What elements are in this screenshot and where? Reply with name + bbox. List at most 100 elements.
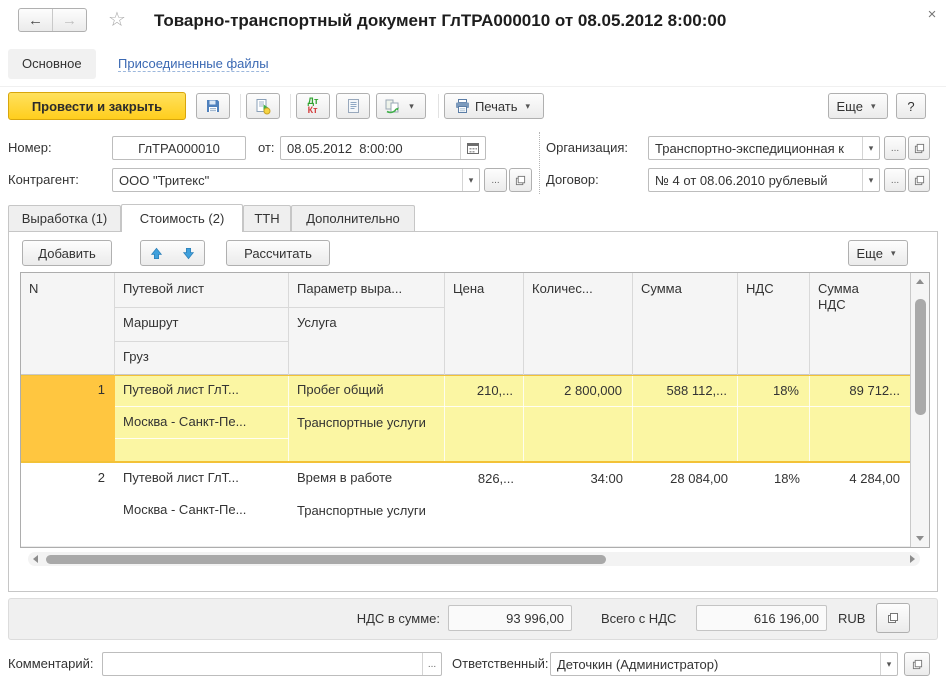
more-button[interactable]: Еще ▾ <box>828 93 888 119</box>
row-subline <box>115 438 289 439</box>
date-input[interactable]: 08.05.2012 8:00:00 <box>280 136 486 160</box>
column-header-cargo[interactable]: Груз <box>115 341 289 375</box>
tab-dopolnitelno[interactable]: Дополнительно <box>291 205 415 231</box>
header-subline <box>115 341 289 342</box>
quantity-cell[interactable]: 2 800,000 <box>524 376 633 461</box>
column-header-parameter[interactable]: Параметр выра... <box>289 273 445 307</box>
vertical-scrollbar[interactable] <box>910 273 929 547</box>
column-header-n[interactable]: N <box>21 273 115 375</box>
move-up-button[interactable] <box>140 240 173 266</box>
header-subline <box>289 307 445 308</box>
currency-open-button[interactable] <box>876 603 910 633</box>
waybill-cell[interactable]: Путевой лист ГлТ... Москва - Санкт-Пе... <box>115 463 289 547</box>
scroll-left-icon[interactable] <box>33 555 38 563</box>
table-more-button[interactable]: Еще ▾ <box>848 240 908 266</box>
column-header-price[interactable]: Цена <box>445 273 524 375</box>
calculate-button[interactable]: Рассчитать <box>226 240 330 266</box>
post-document-button[interactable] <box>246 93 280 119</box>
tab-ttn[interactable]: ТТН <box>243 205 291 231</box>
close-icon: × <box>928 6 937 23</box>
scroll-right-icon[interactable] <box>910 555 915 563</box>
price-cell[interactable]: 826,... <box>445 463 524 547</box>
back-icon: ← <box>28 12 43 29</box>
row-number-cell[interactable]: 1 <box>21 376 115 461</box>
number-value: ГлТРА000010 <box>113 141 245 156</box>
column-header-route[interactable]: Маршрут <box>115 307 289 341</box>
forward-icon: → <box>62 12 77 29</box>
contract-open-button[interactable] <box>908 168 930 192</box>
contractor-dropdown-button[interactable]: ▾ <box>462 169 479 191</box>
amount-cell[interactable]: 28 084,00 <box>633 463 738 547</box>
ellipsis-icon: ... <box>491 175 499 186</box>
close-button[interactable]: × <box>922 5 942 25</box>
grand-total-label: Всего с НДС <box>601 611 676 626</box>
table-row[interactable]: 1 Путевой лист ГлТ... Москва - Санкт-Пе.… <box>21 375 910 463</box>
horizontal-scrollbar-thumb[interactable] <box>46 555 606 564</box>
tab-vyrabotka[interactable]: Выработка (1) <box>8 205 121 231</box>
calendar-button[interactable] <box>460 137 485 159</box>
vat-amount-cell[interactable]: 4 284,00 <box>810 463 910 547</box>
contractor-input[interactable]: ООО "Тритекс" ▾ <box>112 168 480 192</box>
tab-attached-files[interactable]: Присоединенные файлы <box>118 49 269 79</box>
kt-label: Кт <box>308 106 319 115</box>
column-header-vat[interactable]: НДС <box>738 273 810 375</box>
show-postings-button[interactable]: ДтКт <box>296 93 330 119</box>
organization-input[interactable]: Транспортно-экспедиционная к ▾ <box>648 136 880 160</box>
vat-cell[interactable]: 18% <box>738 376 810 461</box>
column-header-vat-amount[interactable]: Сумма НДС <box>818 281 874 313</box>
vat-cell[interactable]: 18% <box>738 463 810 547</box>
add-row-button[interactable]: Добавить <box>22 240 112 266</box>
print-button[interactable]: Печать ▾ <box>444 93 544 119</box>
column-header-service[interactable]: Услуга <box>289 307 445 375</box>
post-and-close-button[interactable]: Провести и закрыть <box>8 92 186 120</box>
contract-input[interactable]: № 4 от 08.06.2010 рублевый ▾ <box>648 168 880 192</box>
tab-stoimost[interactable]: Стоимость (2) <box>121 204 243 232</box>
price-cell[interactable]: 210,... <box>445 376 524 461</box>
tab-main[interactable]: Основное <box>8 49 96 79</box>
table-row[interactable]: 2 Путевой лист ГлТ... Москва - Санкт-Пе.… <box>21 463 910 547</box>
quantity-cell[interactable]: 34:00 <box>524 463 633 547</box>
document-structure-button[interactable] <box>336 93 370 119</box>
vat-amount-cell[interactable]: 89 712... <box>810 376 910 461</box>
chevron-down-icon: ▾ <box>867 101 880 112</box>
contractor-label: Контрагент: <box>8 168 79 192</box>
contractor-open-button[interactable] <box>509 168 532 192</box>
column-header-waybill[interactable]: Путевой лист <box>115 273 289 307</box>
favorites-button[interactable]: ☆ <box>104 7 130 33</box>
add-row-label: Добавить <box>38 246 95 261</box>
save-button[interactable] <box>196 93 230 119</box>
fields-splitter[interactable] <box>539 132 540 194</box>
parameter-cell[interactable]: Пробег общий Транспортные услуги <box>289 376 445 461</box>
date-value: 08.05.2012 8:00:00 <box>281 141 460 156</box>
help-button[interactable]: ? <box>896 93 926 119</box>
comment-expand-button[interactable]: ... <box>422 653 441 675</box>
row-subline <box>115 406 910 407</box>
post-document-icon <box>255 98 272 115</box>
contract-dropdown-button[interactable]: ▾ <box>862 169 879 191</box>
column-header-amount[interactable]: Сумма <box>633 273 738 375</box>
scroll-up-icon[interactable] <box>916 279 924 284</box>
responsible-dropdown-button[interactable]: ▾ <box>880 653 897 675</box>
contract-select-button[interactable]: ... <box>884 168 906 192</box>
row-number-cell[interactable]: 2 <box>21 463 115 547</box>
open-icon <box>515 175 526 186</box>
organization-open-button[interactable] <box>908 136 930 160</box>
parameter-cell[interactable]: Время в работе Транспортные услуги <box>289 463 445 547</box>
organization-select-button[interactable]: ... <box>884 136 906 160</box>
forward-button[interactable]: → <box>52 9 86 31</box>
vertical-scrollbar-thumb[interactable] <box>915 299 926 415</box>
back-button[interactable]: ← <box>19 9 52 31</box>
horizontal-scrollbar[interactable] <box>28 552 920 566</box>
amount-cell[interactable]: 588 112,... <box>633 376 738 461</box>
contractor-select-button[interactable]: ... <box>484 168 507 192</box>
move-down-button[interactable] <box>172 240 205 266</box>
create-based-on-button[interactable]: ▾ <box>376 93 426 119</box>
column-header-quantity[interactable]: Количес... <box>524 273 633 375</box>
waybill-cell[interactable]: Путевой лист ГлТ... Москва - Санкт-Пе... <box>115 376 289 461</box>
responsible-input[interactable]: Деточкин (Администратор) ▾ <box>550 652 898 676</box>
responsible-open-button[interactable] <box>904 652 930 676</box>
comment-input[interactable]: ... <box>102 652 442 676</box>
number-input[interactable]: ГлТРА000010 <box>112 136 246 160</box>
scroll-down-icon[interactable] <box>916 536 924 541</box>
organization-dropdown-button[interactable]: ▾ <box>862 137 879 159</box>
